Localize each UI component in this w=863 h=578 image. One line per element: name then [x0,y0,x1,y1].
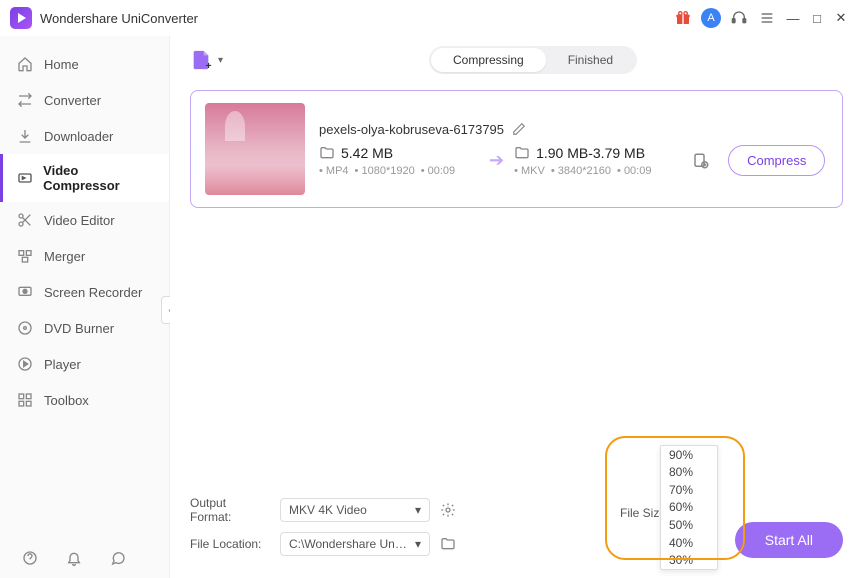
file-location-value: C:\Wondershare UniConverter [289,537,409,551]
sidebar-item-screen-recorder[interactable]: Screen Recorder [0,274,169,310]
titlebar: Wondershare UniConverter A — □ ✕ [0,0,863,36]
sidebar-item-downloader[interactable]: Downloader [0,118,169,154]
add-file-button[interactable]: + [190,49,212,71]
merger-icon [16,247,34,265]
menu-icon[interactable] [757,8,777,28]
sidebar-item-merger[interactable]: Merger [0,238,169,274]
scissors-icon [16,211,34,229]
sidebar-item-video-editor[interactable]: Video Editor [0,202,169,238]
open-folder-icon[interactable] [440,536,456,552]
file-location-select[interactable]: C:\Wondershare UniConverter ▾ [280,532,430,556]
compressor-icon [16,169,33,187]
main-panel: + ▾ Compressing Finished pexels-olya-kob… [170,36,863,578]
folder-icon [514,145,530,161]
file-card: pexels-olya-kobruseva-6173795 5.42 MB MP… [190,90,843,208]
file-size-option[interactable]: 40% [661,534,717,552]
sidebar-item-label: Converter [44,93,101,108]
target-format: MKV [514,165,545,177]
bottom-bar: Output Format: MKV 4K Video ▾ File Locat… [170,486,863,578]
file-location-label: File Location: [190,537,270,551]
file-name: pexels-olya-kobruseva-6173795 [319,122,504,137]
source-size: 5.42 MB [341,145,393,161]
play-icon [16,355,34,373]
output-format-label: Output Format: [190,496,270,524]
file-size-dropdown[interactable]: 90% 80% 70% 60% 50% 40% 30% [660,445,718,570]
sidebar-item-label: Downloader [44,129,113,144]
app-title: Wondershare UniConverter [40,11,198,26]
sidebar-item-label: Video Editor [44,213,115,228]
tab-compressing[interactable]: Compressing [431,48,546,72]
account-avatar[interactable]: A [701,8,721,28]
source-info: 5.42 MB MP4 1080*1920 00:09 [319,145,479,177]
file-size-option[interactable]: 70% [661,481,717,499]
folder-icon [319,145,335,161]
chevron-down-icon: ▾ [415,537,421,551]
sidebar-item-converter[interactable]: Converter [0,82,169,118]
file-size-option[interactable]: 80% [661,463,717,481]
file-size-option[interactable]: 30% [661,551,717,569]
sidebar-item-label: Screen Recorder [44,285,142,300]
close-button[interactable]: ✕ [832,10,850,26]
source-duration: 00:09 [421,165,455,177]
download-icon [16,127,34,145]
sidebar-item-label: Home [44,57,79,72]
app-logo [10,7,32,29]
file-size-option[interactable]: 60% [661,499,717,517]
start-all-button[interactable]: Start All [735,522,843,558]
sidebar-item-toolbox[interactable]: Toolbox [0,382,169,418]
file-size-option[interactable]: 50% [661,516,717,534]
output-settings-icon[interactable] [440,502,456,518]
maximize-button[interactable]: □ [808,11,826,26]
sidebar-item-video-compressor[interactable]: Video Compressor [0,154,169,202]
source-format: MP4 [319,165,349,177]
recorder-icon [16,283,34,301]
sidebar-item-home[interactable]: Home [0,46,169,82]
sidebar-item-label: Video Compressor [43,163,153,193]
compress-button[interactable]: Compress [728,145,825,176]
file-settings-icon[interactable] [692,152,710,170]
arrow-right-icon: ➔ [489,150,504,171]
sidebar-item-player[interactable]: Player [0,346,169,382]
sidebar-item-label: Merger [44,249,85,264]
chevron-down-icon[interactable]: ▾ [218,55,223,66]
file-size-option[interactable]: 90% [661,446,717,464]
target-info: 1.90 MB-3.79 MB MKV 3840*2160 00:09 [514,145,674,177]
output-format-select[interactable]: MKV 4K Video ▾ [280,498,430,522]
edit-name-icon[interactable] [512,122,526,136]
status-tabbar: Compressing Finished [429,46,637,74]
disc-icon [16,319,34,337]
headset-icon[interactable] [729,8,749,28]
minimize-button[interactable]: — [784,11,802,26]
sidebar-item-label: DVD Burner [44,321,114,336]
tab-finished[interactable]: Finished [546,48,635,72]
home-icon [16,55,34,73]
svg-text:+: + [206,61,212,71]
toolbox-icon [16,391,34,409]
feedback-icon[interactable] [108,548,128,568]
target-resolution: 3840*2160 [551,165,611,177]
gift-icon[interactable] [673,8,693,28]
chevron-down-icon: ▾ [415,503,421,517]
video-thumbnail[interactable] [205,103,305,195]
target-duration: 00:09 [617,165,651,177]
output-format-value: MKV 4K Video [289,503,367,517]
source-resolution: 1080*1920 [355,165,415,177]
converter-icon [16,91,34,109]
sidebar: Home Converter Downloader Video Compress… [0,36,170,578]
bell-icon[interactable] [64,548,84,568]
help-icon[interactable] [20,548,40,568]
target-size: 1.90 MB-3.79 MB [536,145,645,161]
sidebar-item-dvd-burner[interactable]: DVD Burner [0,310,169,346]
sidebar-item-label: Player [44,357,81,372]
sidebar-item-label: Toolbox [44,393,89,408]
